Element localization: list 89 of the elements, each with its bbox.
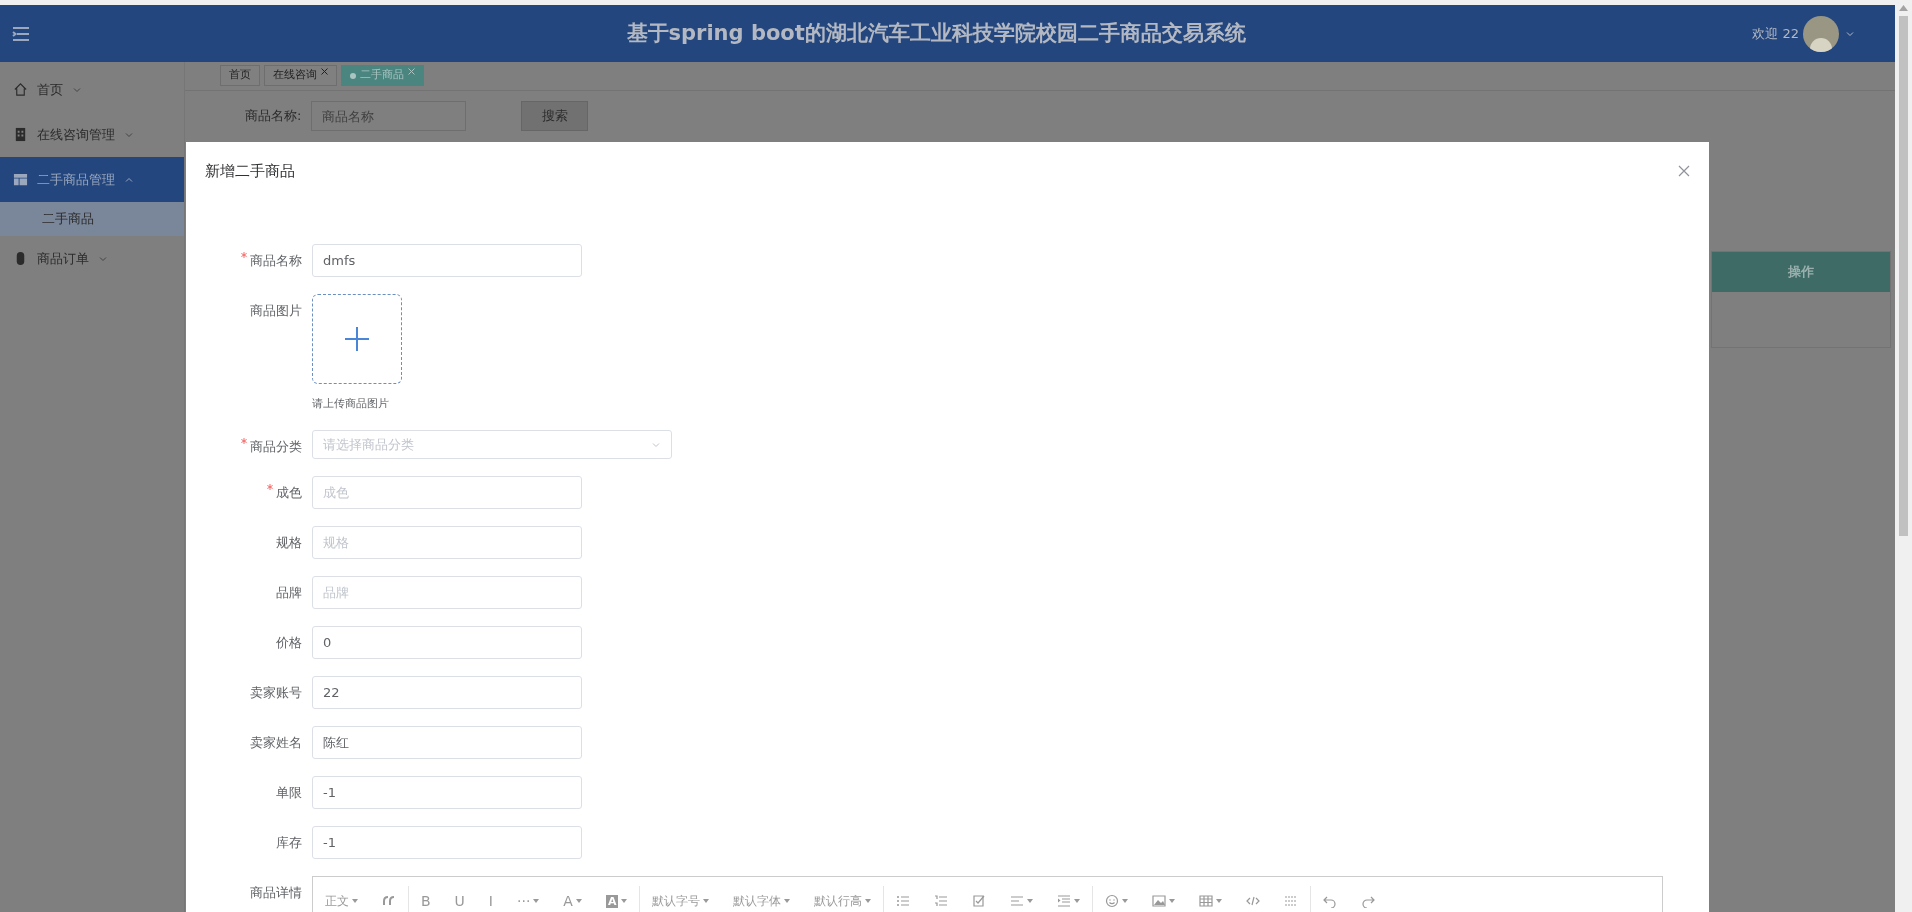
quote-icon bbox=[382, 894, 396, 908]
toolbar-button[interactable]: U bbox=[442, 886, 477, 912]
field-label: 商品详情 bbox=[250, 884, 302, 902]
sidebar-label: 二手商品管理 bbox=[37, 170, 115, 189]
caret-icon bbox=[865, 899, 872, 903]
field-label: 商品名称 bbox=[250, 251, 302, 270]
plus-icon bbox=[344, 325, 370, 352]
page-tab[interactable]: 二手商品 bbox=[341, 65, 424, 86]
sidebar-subitem[interactable]: 二手商品 bbox=[0, 202, 184, 236]
text-field[interactable]: 22 bbox=[312, 676, 582, 709]
search-label: 商品名称: bbox=[245, 107, 302, 126]
sidebar-label: 商品订单 bbox=[37, 249, 89, 268]
toolbar-button[interactable]: A bbox=[551, 886, 594, 912]
caret-icon bbox=[1122, 899, 1129, 903]
close-icon[interactable] bbox=[1678, 165, 1690, 178]
caret-icon bbox=[1074, 899, 1081, 903]
page-tab[interactable]: 在线咨询 bbox=[264, 65, 337, 86]
caret-icon bbox=[352, 899, 358, 903]
app-title: 基于spring boot的湖北汽车工业科技学院校园二手商品交易系统 bbox=[626, 19, 1246, 47]
required-asterisk-icon bbox=[241, 251, 247, 258]
text-field[interactable]: -1 bbox=[312, 826, 582, 859]
toolbar-button[interactable]: 默认行高 bbox=[802, 886, 884, 912]
field-label: 商品图片 bbox=[250, 301, 302, 320]
field-label: 卖家姓名 bbox=[250, 734, 302, 752]
home-icon bbox=[13, 82, 28, 97]
numbered-list-icon bbox=[934, 894, 949, 908]
text-field[interactable]: 陈红 bbox=[312, 726, 582, 759]
toolbar-button[interactable]: ··· bbox=[505, 886, 552, 912]
sidebar-item[interactable]: 在线咨询管理 bbox=[0, 112, 184, 157]
required-asterisk-icon bbox=[267, 484, 273, 490]
required-asterisk-icon bbox=[241, 438, 247, 444]
caret-icon bbox=[1216, 899, 1223, 903]
caret-icon bbox=[621, 899, 628, 903]
code-icon bbox=[1246, 894, 1261, 908]
text-field[interactable]: -1 bbox=[312, 776, 582, 809]
text-field[interactable]: 品牌 bbox=[312, 576, 582, 609]
field-label: 卖家账号 bbox=[250, 684, 302, 702]
bullet-list-icon bbox=[896, 894, 911, 908]
caret-icon bbox=[1169, 899, 1176, 903]
indent-icon bbox=[1057, 894, 1072, 908]
table-header: 操作 bbox=[1712, 252, 1890, 292]
image-upload[interactable] bbox=[312, 293, 402, 384]
sidebar-item[interactable]: 二手商品管理 bbox=[0, 157, 184, 202]
close-tab-icon[interactable] bbox=[408, 68, 415, 75]
smiley-icon bbox=[1105, 894, 1120, 908]
layout-icon bbox=[13, 172, 28, 187]
toolbar-button[interactable]: I bbox=[476, 886, 505, 912]
image-icon bbox=[1152, 894, 1167, 908]
sidebar-label: 在线咨询管理 bbox=[37, 125, 115, 144]
upload-hint: 请上传商品图片 bbox=[312, 395, 390, 412]
table-icon bbox=[1199, 894, 1214, 908]
toolbar-button[interactable]: A bbox=[593, 886, 640, 912]
toolbar-button[interactable]: 正文 bbox=[313, 886, 370, 912]
search-button[interactable]: 搜索 bbox=[521, 101, 589, 131]
sidebar-item[interactable]: 首页 bbox=[0, 67, 184, 112]
menu-icon[interactable] bbox=[12, 26, 30, 41]
field-label: 单限 bbox=[276, 784, 302, 802]
field-label: 规格 bbox=[276, 534, 302, 552]
toolbar-button[interactable]: 默认字号 bbox=[640, 886, 722, 912]
avatar[interactable] bbox=[1803, 15, 1839, 52]
caret-icon bbox=[533, 899, 540, 903]
caret-icon bbox=[703, 899, 710, 903]
undo-icon bbox=[1323, 894, 1338, 908]
welcome-text: 欢迎 22 bbox=[1752, 24, 1799, 43]
field-label: 品牌 bbox=[276, 584, 302, 602]
caret-icon bbox=[784, 899, 791, 903]
toolbar-button[interactable]: B bbox=[409, 886, 443, 912]
text-field[interactable]: 规格 bbox=[312, 526, 582, 559]
sidebar-label: 首页 bbox=[37, 80, 63, 99]
text-field[interactable]: 0 bbox=[312, 626, 582, 659]
checkbox-icon bbox=[972, 894, 987, 908]
divider-icon bbox=[1284, 894, 1299, 908]
building-icon bbox=[13, 127, 28, 142]
page-tab[interactable]: 首页 bbox=[220, 65, 260, 86]
text-field[interactable]: dmfs bbox=[312, 243, 582, 277]
field-label: 库存 bbox=[276, 834, 302, 852]
caret-icon bbox=[1027, 899, 1034, 903]
text-field[interactable]: 成色 bbox=[312, 476, 582, 509]
search-field[interactable]: 商品名称 bbox=[311, 101, 467, 131]
caret-icon bbox=[575, 899, 582, 903]
field-label: 价格 bbox=[276, 634, 302, 652]
toolbar-button[interactable]: 默认字体 bbox=[721, 886, 803, 912]
field-label: 成色 bbox=[276, 484, 302, 502]
sidebar-item[interactable]: 商品订单 bbox=[0, 236, 184, 281]
dialog-title: 新增二手商品 bbox=[205, 161, 295, 182]
close-tab-icon[interactable] bbox=[321, 68, 328, 75]
redo-icon bbox=[1361, 894, 1376, 908]
align-icon bbox=[1010, 894, 1025, 908]
field-label: 商品分类 bbox=[250, 438, 302, 456]
